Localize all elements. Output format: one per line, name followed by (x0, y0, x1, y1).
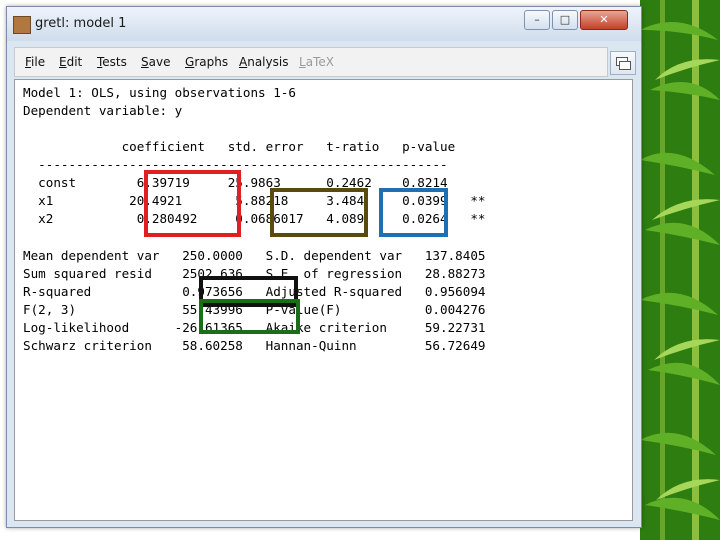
stats-row: Mean dependent var 250.0000 S.D. depende… (23, 248, 486, 263)
window-title: gretl: model 1 (35, 16, 127, 31)
menu-graphs[interactable]: Graphs (185, 55, 228, 69)
bamboo-background (640, 0, 720, 540)
gretl-model-window: gretl: model 1 – □ ✕ File Edit Tests Sav… (6, 6, 642, 528)
close-button[interactable]: ✕ (580, 10, 628, 30)
title-bar[interactable]: gretl: model 1 – □ ✕ (7, 7, 641, 41)
menu-tests[interactable]: Tests (97, 55, 127, 69)
restore-window-icon[interactable] (610, 51, 636, 75)
menu-file[interactable]: File (25, 55, 45, 69)
maximize-button[interactable]: □ (552, 10, 578, 30)
std-error-highlight-box (270, 188, 368, 237)
minimize-button[interactable]: – (524, 10, 550, 30)
t-ratio-highlight-box (379, 188, 448, 237)
menu-analysis[interactable]: Analysis (239, 55, 288, 69)
menu-latex[interactable]: LaTeX (299, 55, 334, 69)
menu-save[interactable]: Save (141, 55, 170, 69)
menu-edit[interactable]: Edit (59, 55, 82, 69)
model-output-pane[interactable]: Model 1: OLS, using observations 1-6 Dep… (14, 79, 633, 521)
output-line: Model 1: OLS, using observations 1-6 (23, 85, 296, 100)
f-stat-highlight-box (199, 299, 300, 334)
coefficient-highlight-box (144, 170, 241, 237)
output-line: Dependent variable: y (23, 103, 183, 118)
stats-row: Schwarz criterion 58.60258 Hannan-Quinn … (23, 338, 486, 353)
menu-bar: File Edit Tests Save Graphs Analysis LaT… (14, 47, 608, 77)
table-header: coefficient std. error t-ratio p-value (23, 139, 456, 154)
gretl-app-icon (13, 16, 31, 34)
